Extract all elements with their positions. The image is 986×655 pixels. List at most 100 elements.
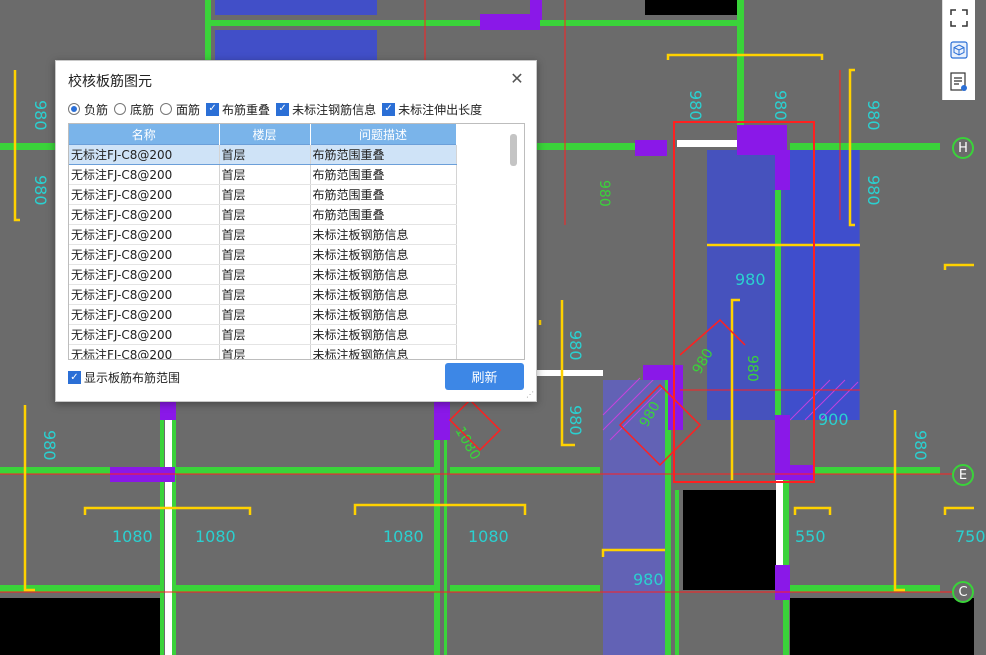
table-row[interactable]: 无标注FJ-C8@200 首层 布筋范围重叠 bbox=[69, 164, 457, 185]
axis-label-h-text: H bbox=[958, 140, 968, 156]
radio-negative-rebar[interactable]: 负筋 bbox=[68, 101, 108, 118]
column-header-floor[interactable]: 楼层 bbox=[219, 124, 311, 145]
cell-issue[interactable]: 未标注板钢筋信息 bbox=[310, 224, 457, 245]
checkbox-indicator[interactable]: ✓ bbox=[68, 371, 81, 384]
cell-name[interactable]: 无标注FJ-C8@200 bbox=[69, 244, 220, 265]
axis-label-e-text: E bbox=[958, 467, 968, 483]
radio-label: 底筋 bbox=[130, 102, 155, 117]
svg-text:980: 980 bbox=[566, 405, 585, 436]
cell-name[interactable]: 无标注FJ-C8@200 bbox=[69, 264, 220, 285]
cell-floor[interactable]: 首层 bbox=[219, 324, 311, 345]
cell-name[interactable]: 无标注FJ-C8@200 bbox=[69, 284, 220, 305]
cell-issue[interactable]: 布筋范围重叠 bbox=[310, 164, 457, 185]
close-icon[interactable]: ✕ bbox=[508, 70, 526, 88]
table-header-row: 名称 楼层 问题描述 bbox=[69, 124, 457, 145]
svg-text:980: 980 bbox=[566, 330, 585, 361]
fullscreen-icon[interactable] bbox=[947, 6, 971, 30]
cell-issue[interactable]: 未标注板钢筋信息 bbox=[310, 244, 457, 265]
svg-text:980: 980 bbox=[31, 100, 50, 131]
table-row[interactable]: 无标注FJ-C8@200 首层 未标注板钢筋信息 bbox=[69, 224, 457, 245]
svg-text:1080: 1080 bbox=[383, 527, 424, 546]
cell-floor[interactable]: 首层 bbox=[219, 204, 311, 225]
radio-indicator[interactable] bbox=[68, 103, 80, 115]
cell-floor[interactable]: 首层 bbox=[219, 164, 311, 185]
table-scrollbar[interactable] bbox=[510, 134, 517, 166]
checkbox-indicator[interactable]: ✓ bbox=[382, 102, 396, 116]
cell-issue[interactable]: 布筋范围重叠 bbox=[310, 204, 457, 225]
radio-indicator[interactable] bbox=[114, 103, 127, 115]
refresh-button[interactable]: 刷新 bbox=[445, 363, 524, 390]
issues-table: 名称 楼层 问题描述 无标注FJ-C8@200 首层 布筋范围重叠 无标注FJ-C8@… bbox=[69, 124, 457, 359]
cube-view-icon[interactable] bbox=[947, 38, 971, 62]
table-row[interactable]: 无标注FJ-C8@200 首层 布筋范围重叠 bbox=[69, 144, 457, 165]
show-range-label: 显示板筋布筋范围 bbox=[84, 371, 181, 385]
cell-issue[interactable]: 未标注板钢筋信息 bbox=[310, 264, 457, 285]
show-rebar-range-checkbox[interactable]: ✓ 显示板筋布筋范围 bbox=[68, 369, 180, 386]
check-unlabeled-length[interactable]: ✓ 未标注伸出长度 bbox=[382, 101, 482, 118]
cell-floor[interactable]: 首层 bbox=[219, 284, 311, 305]
issues-table-container: 名称 楼层 问题描述 无标注FJ-C8@200 首层 布筋范围重叠 无标注FJ-C8@… bbox=[68, 123, 525, 360]
cell-issue[interactable]: 未标注板钢筋信息 bbox=[310, 284, 457, 305]
svg-text:980: 980 bbox=[633, 570, 664, 589]
cell-name[interactable]: 无标注FJ-C8@200 bbox=[69, 304, 220, 325]
dialog-title: 校核板筋图元 bbox=[68, 74, 152, 90]
svg-text:750: 750 bbox=[955, 527, 986, 546]
svg-text:1080: 1080 bbox=[112, 527, 153, 546]
cell-name[interactable]: 无标注FJ-C8@200 bbox=[69, 204, 220, 225]
cell-floor[interactable]: 首层 bbox=[219, 344, 311, 359]
cell-name[interactable]: 无标注FJ-C8@200 bbox=[69, 164, 220, 185]
svg-text:980: 980 bbox=[735, 270, 766, 289]
svg-text:980: 980 bbox=[771, 90, 790, 121]
axis-label-e: E bbox=[952, 464, 974, 486]
table-row[interactable]: 无标注FJ-C8@200 首层 未标注板钢筋信息 bbox=[69, 304, 457, 325]
cell-issue[interactable]: 布筋范围重叠 bbox=[310, 144, 457, 165]
checkbox-indicator[interactable]: ✓ bbox=[276, 102, 290, 116]
svg-text:980: 980 bbox=[744, 355, 760, 382]
list-view-icon[interactable] bbox=[947, 70, 971, 94]
cell-name[interactable]: 无标注FJ-C8@200 bbox=[69, 144, 220, 165]
cell-name[interactable]: 无标注FJ-C8@200 bbox=[69, 344, 220, 359]
table-row[interactable]: 无标注FJ-C8@200 首层 未标注板钢筋信息 bbox=[69, 344, 457, 359]
checkbox-indicator[interactable]: ✓ bbox=[206, 102, 220, 116]
radio-indicator[interactable] bbox=[160, 103, 173, 115]
cell-floor[interactable]: 首层 bbox=[219, 244, 311, 265]
table-row[interactable]: 无标注FJ-C8@200 首层 未标注板钢筋信息 bbox=[69, 244, 457, 265]
check-unlabeled-info[interactable]: ✓ 未标注钢筋信息 bbox=[276, 101, 376, 118]
filter-options: 负筋 底筋 面筋 ✓ 布筋重叠 ✓ 未标注钢筋信息 ✓ 未标注伸出长度 bbox=[68, 99, 488, 119]
cell-issue[interactable]: 未标注板钢筋信息 bbox=[310, 304, 457, 325]
cell-floor[interactable]: 首层 bbox=[219, 184, 311, 205]
cell-floor[interactable]: 首层 bbox=[219, 144, 311, 165]
table-row[interactable]: 无标注FJ-C8@200 首层 布筋范围重叠 bbox=[69, 184, 457, 205]
svg-text:980: 980 bbox=[911, 430, 930, 461]
cell-name[interactable]: 无标注FJ-C8@200 bbox=[69, 184, 220, 205]
radio-label: 负筋 bbox=[84, 102, 109, 117]
cell-name[interactable]: 无标注FJ-C8@200 bbox=[69, 224, 220, 245]
table-body: 无标注FJ-C8@200 首层 布筋范围重叠 无标注FJ-C8@200 首层 布筋范围重叠… bbox=[69, 144, 457, 359]
check-overlap[interactable]: ✓ 布筋重叠 bbox=[206, 101, 270, 118]
cell-floor[interactable]: 首层 bbox=[219, 224, 311, 245]
radio-bottom-rebar[interactable]: 底筋 bbox=[114, 101, 154, 118]
checkbox-label: 未标注钢筋信息 bbox=[292, 102, 377, 117]
radio-top-rebar[interactable]: 面筋 bbox=[160, 101, 200, 118]
view-toolbar bbox=[942, 0, 975, 100]
table-row[interactable]: 无标注FJ-C8@200 首层 未标注板钢筋信息 bbox=[69, 284, 457, 305]
svg-text:980: 980 bbox=[40, 430, 59, 461]
radio-label: 面筋 bbox=[176, 102, 201, 117]
svg-text:1080: 1080 bbox=[468, 527, 509, 546]
svg-text:900: 900 bbox=[818, 410, 849, 429]
cell-issue[interactable]: 未标注板钢筋信息 bbox=[310, 344, 457, 359]
cell-floor[interactable]: 首层 bbox=[219, 264, 311, 285]
resize-grip-icon[interactable]: ⋰ bbox=[526, 391, 534, 399]
cell-floor[interactable]: 首层 bbox=[219, 304, 311, 325]
table-row[interactable]: 无标注FJ-C8@200 首层 未标注板钢筋信息 bbox=[69, 264, 457, 285]
table-row[interactable]: 无标注FJ-C8@200 首层 未标注板钢筋信息 bbox=[69, 324, 457, 345]
column-header-issue[interactable]: 问题描述 bbox=[310, 124, 457, 145]
column-header-name[interactable]: 名称 bbox=[69, 124, 220, 145]
axis-label-c-text: C bbox=[958, 584, 968, 600]
cell-issue[interactable]: 布筋范围重叠 bbox=[310, 184, 457, 205]
cell-issue[interactable]: 未标注板钢筋信息 bbox=[310, 324, 457, 345]
axis-label-c: C bbox=[952, 581, 974, 603]
svg-text:1080: 1080 bbox=[195, 527, 236, 546]
table-row[interactable]: 无标注FJ-C8@200 首层 布筋范围重叠 bbox=[69, 204, 457, 225]
cell-name[interactable]: 无标注FJ-C8@200 bbox=[69, 324, 220, 345]
